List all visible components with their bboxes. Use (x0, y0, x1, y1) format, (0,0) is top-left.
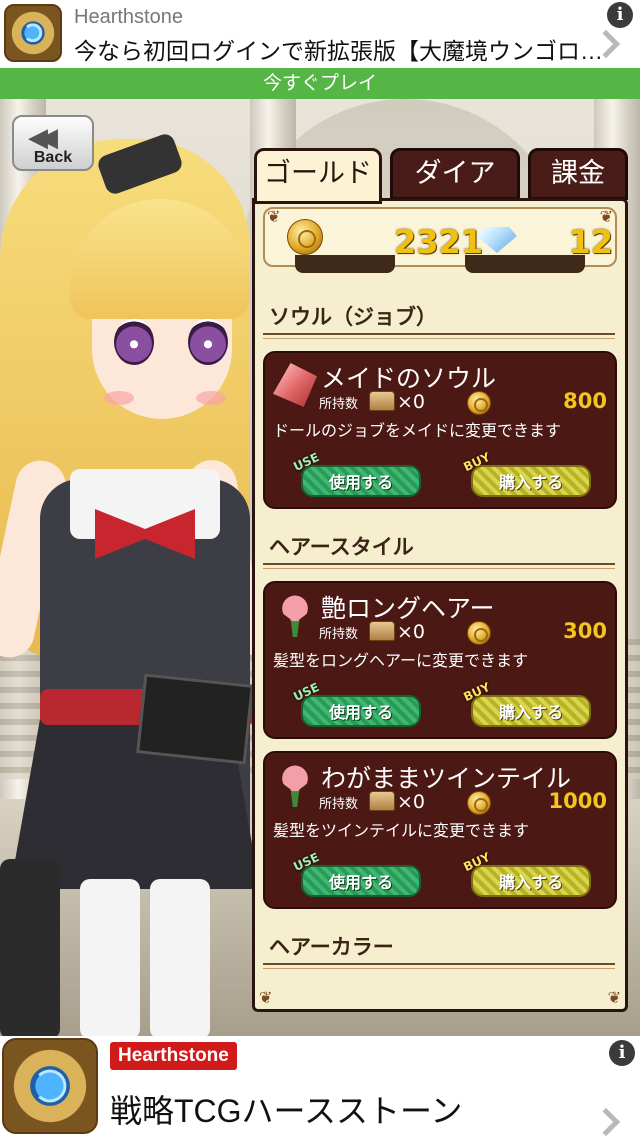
back-button-label: Back (33, 149, 73, 166)
shop-body[interactable]: ❦ ❦ 2321 12 ソウル（ジョブ） メイドのソウル 所持数 ×0 800 … (252, 198, 628, 1012)
section-title-haircolor: ヘアーカラー (269, 935, 394, 959)
item-price: 300 (563, 619, 607, 643)
flower-icon (273, 593, 317, 637)
doll-character (0, 99, 270, 1036)
soul-gem-icon (273, 363, 317, 407)
info-icon[interactable]: i (609, 1040, 635, 1066)
hearthstone-logo-icon (4, 4, 62, 62)
gold-coin-icon (467, 621, 491, 645)
item-price: 800 (563, 389, 607, 413)
shop-panel: ゴールド ダイア 課金 ❦ ❦ 2321 12 ソウル（ジョブ） メイドのソウル… (252, 148, 628, 1012)
ad-play-now-button[interactable]: 今すぐプレイ (0, 68, 640, 99)
buy-button[interactable]: 購入する (471, 865, 591, 897)
use-button[interactable]: 使用する (301, 695, 421, 727)
ad-headline[interactable]: 戦略TCGハースストーン (110, 1086, 462, 1132)
treasure-chest-icon (369, 391, 395, 411)
owned-label: 所持数 (319, 397, 359, 412)
owned-label: 所持数 (319, 627, 359, 642)
item-description: ドールのジョブをメイドに変更できます (273, 421, 562, 440)
gold-coin-icon (467, 391, 491, 415)
item-name: 艶ロングヘアー (321, 594, 495, 623)
ornament-corner-icon: ❦ (607, 988, 621, 1007)
section-divider (263, 963, 615, 969)
ad-brand: Hearthstone (74, 6, 183, 28)
owned-count: ×0 (397, 621, 426, 643)
shop-item-twin-tail: わがままツインテイル 所持数 ×0 1000 髪型をツインテイルに変更できます … (263, 751, 617, 909)
use-button[interactable]: 使用する (301, 465, 421, 497)
flower-icon (273, 763, 317, 807)
buy-button[interactable]: 購入する (471, 695, 591, 727)
gold-coin-icon (287, 219, 323, 255)
tab-diamond[interactable]: ダイア (390, 148, 520, 200)
owned-count: ×0 (397, 391, 426, 413)
ad-brand-badge: Hearthstone (110, 1042, 237, 1070)
bottom-ad-banner[interactable]: Hearthstone 戦略TCGハースストーン i (0, 1036, 640, 1136)
section-title-soul: ソウル（ジョブ） (269, 305, 437, 329)
scrolled-button-edge (465, 255, 585, 273)
tab-gold[interactable]: ゴールド (254, 148, 382, 204)
info-icon[interactable]: i (607, 2, 633, 28)
chevron-right-icon[interactable] (591, 1107, 621, 1136)
item-name: メイドのソウル (321, 364, 497, 393)
shop-item-long-hair: 艶ロングヘアー 所持数 ×0 300 髪型をロングヘアーに変更できます 使用する… (263, 581, 617, 739)
diamond-icon (477, 227, 517, 253)
back-button[interactable]: ◀◀ Back (12, 115, 94, 171)
item-price: 1000 (548, 789, 607, 813)
scrolled-button-edge (295, 255, 395, 273)
hearthstone-logo-icon (2, 1038, 98, 1134)
ornament-corner-icon: ❦ (259, 988, 273, 1007)
owned-count: ×0 (397, 791, 426, 813)
section-title-hairstyle: ヘアースタイル (269, 535, 414, 559)
use-button[interactable]: 使用する (301, 865, 421, 897)
treasure-chest-icon (369, 791, 395, 811)
ad-headline[interactable]: 今なら初回ログインで新拡張版【大魔境ウンゴロ… (74, 32, 603, 66)
buy-button[interactable]: 購入する (471, 465, 591, 497)
tab-purchase[interactable]: 課金 (528, 148, 628, 200)
section-divider (263, 563, 615, 569)
shop-item-maid-soul: メイドのソウル 所持数 ×0 800 ドールのジョブをメイドに変更できます 使用… (263, 351, 617, 509)
treasure-chest-icon (369, 621, 395, 641)
item-name: わがままツインテイル (321, 764, 572, 793)
gold-coin-icon (467, 791, 491, 815)
section-divider (263, 333, 615, 339)
item-description: 髪型をロングヘアーに変更できます (273, 651, 529, 670)
owned-label: 所持数 (319, 797, 359, 812)
item-description: 髪型をツインテイルに変更できます (273, 821, 530, 840)
top-ad-banner[interactable]: Hearthstone 今なら初回ログインで新拡張版【大魔境ウンゴロ… i (0, 0, 640, 68)
